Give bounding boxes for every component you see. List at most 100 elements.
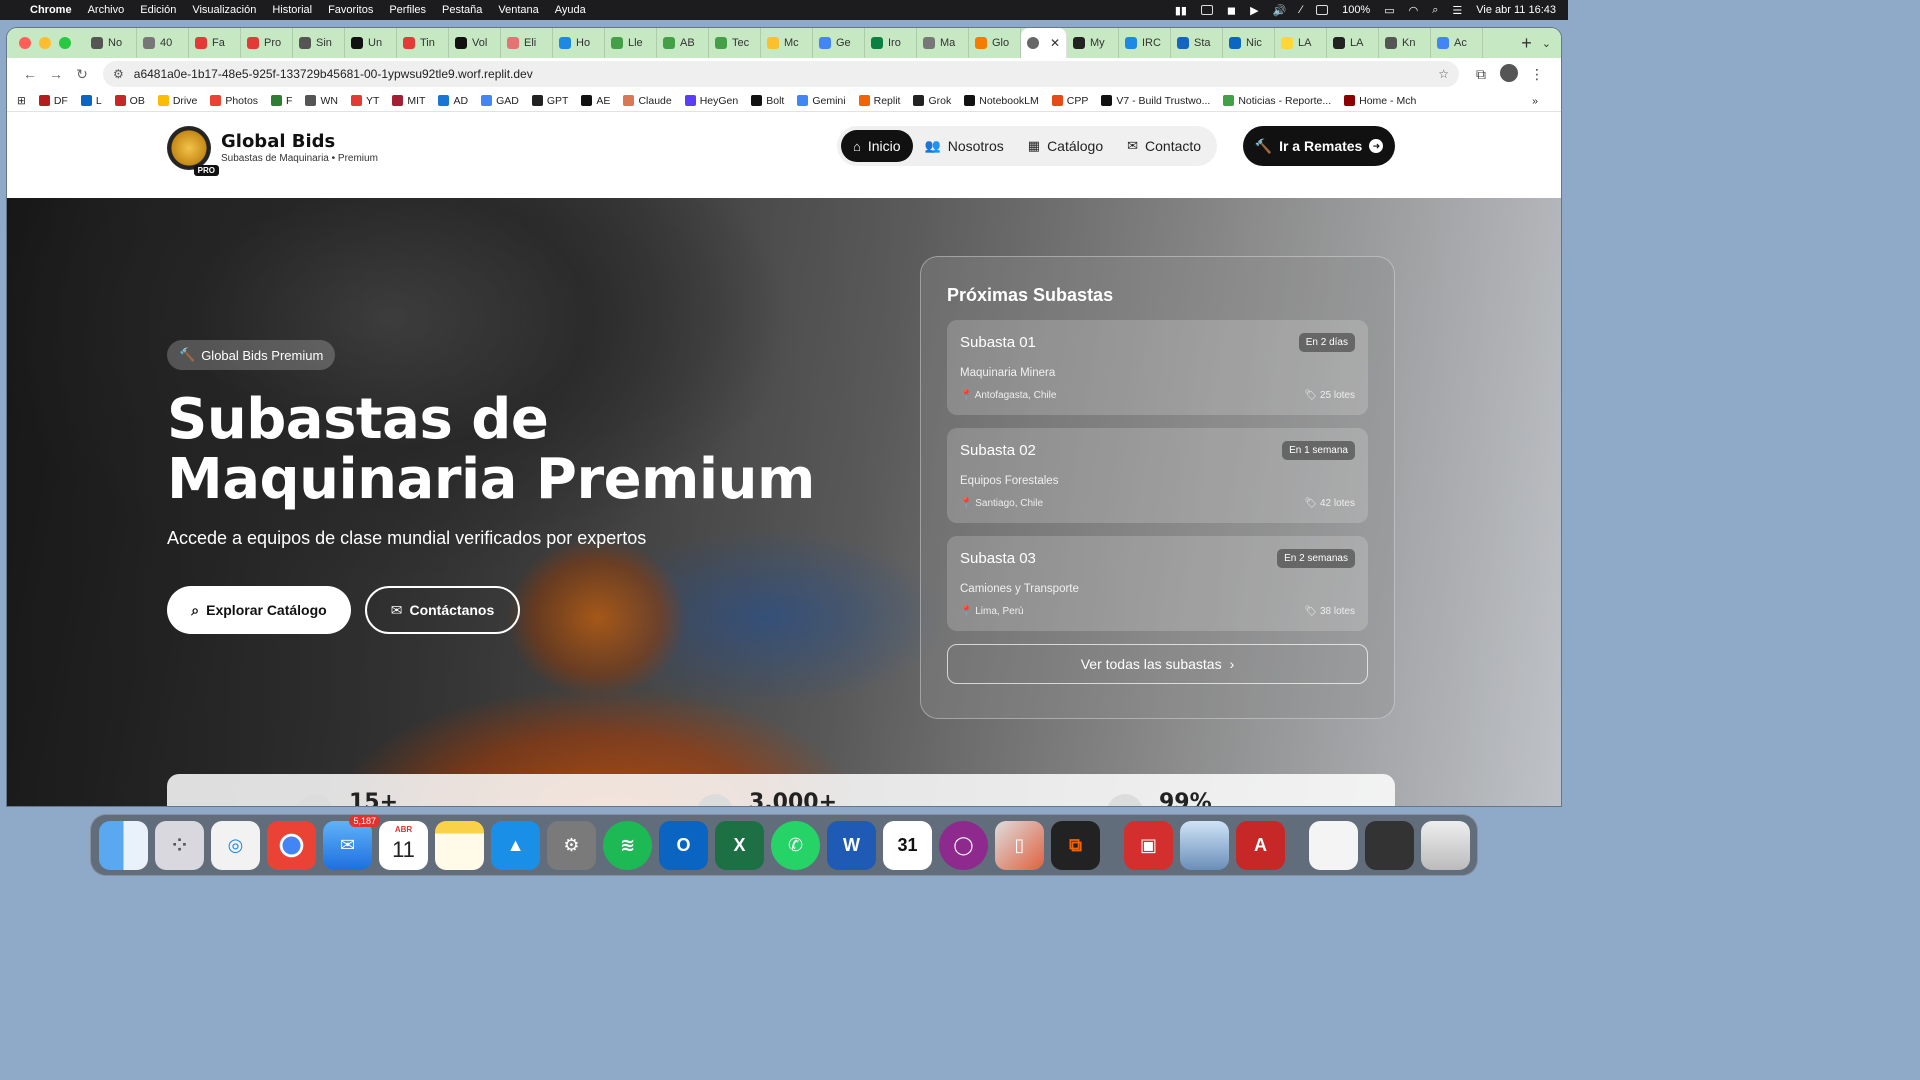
chrome-menu-icon[interactable]: ⋮ [1523,66,1551,83]
more-bookmarks-icon[interactable]: » [1532,95,1538,107]
wifi-icon[interactable]: ◠ [1409,4,1419,17]
recent-window-icon[interactable] [1365,820,1414,870]
bookmark-item[interactable]: OB [114,95,145,107]
iphone-mirroring-icon[interactable]: ▯ [995,820,1044,870]
spotlight-icon[interactable]: ⌕ [1432,4,1438,17]
back-button[interactable]: ← [17,66,43,82]
mail-icon[interactable]: ✉ 5,187 [323,814,380,870]
bookmark-item[interactable]: GPT [531,95,568,107]
address-bar[interactable]: ⚙ a6481a0e-1b17-48e5-925f-133729b45681-0… [103,61,1459,87]
shortcut-icon[interactable]: ◼ [1227,4,1236,17]
contact-us-button[interactable]: ✉ Contáctanos [365,586,520,634]
nav-nosotros[interactable]: 👥 Nosotros [913,130,1016,162]
browser-tab[interactable]: Sta [1171,28,1223,58]
menu-visualizacion[interactable]: Visualización [192,4,256,16]
see-all-auctions-button[interactable]: Ver todas las subastas › [947,644,1368,684]
bookmark-item[interactable]: CPP [1051,95,1088,107]
word-icon[interactable]: W [827,820,876,870]
play-icon[interactable]: ▶ [1250,4,1258,17]
tab-search-icon[interactable]: ⌄ [1542,37,1551,50]
bookmark-item[interactable]: NotebookLM [964,95,1039,107]
browser-tab[interactable]: Ma [917,28,969,58]
browser-tab[interactable]: IRC [1119,28,1171,58]
go-to-auctions-button[interactable]: 🔨 Ir a Remates ➜ [1243,126,1395,166]
browser-tab[interactable]: Pro [241,28,293,58]
auction-card[interactable]: Subasta 03 En 2 semanas Camiones y Trans… [947,536,1368,631]
menu-ventana[interactable]: Ventana [498,4,538,16]
bluetooth-icon[interactable]: ∕ [1300,4,1302,16]
url-text[interactable]: a6481a0e-1b17-48e5-925f-133729b45681-00-… [134,67,533,81]
preview-icon[interactable] [1180,820,1229,870]
system-settings-icon[interactable]: ⚙ [547,820,596,870]
bookmark-item[interactable]: L [80,95,102,107]
trash-icon[interactable] [1421,820,1470,870]
browser-tab[interactable]: AB [657,28,709,58]
battery-icon[interactable]: ▭ [1384,4,1394,17]
apps-grid-icon[interactable]: ⊞ [17,95,26,107]
bookmark-item[interactable]: Photos [210,95,258,107]
control-center-icon[interactable]: ☰ [1452,4,1462,17]
bookmark-item[interactable]: Home - Mch [1344,95,1416,107]
menu-pestana[interactable]: Pestaña [442,4,482,16]
browser-tab[interactable]: Ac [1431,28,1483,58]
volume-icon[interactable]: 🔊 [1273,4,1287,17]
photo-booth-icon[interactable]: ▣ [1124,820,1173,870]
finder-icon[interactable] [99,820,148,870]
browser-tab[interactable]: Mc [761,28,813,58]
menu-ayuda[interactable]: Ayuda [555,4,586,16]
outlook-icon[interactable]: O [659,820,708,870]
acrobat-icon[interactable]: A [1236,820,1285,870]
explore-catalog-button[interactable]: ⌕ Explorar Catálogo [167,586,351,634]
bookmark-item[interactable]: WN [305,95,338,107]
nav-catalogo[interactable]: ▦ Catálogo [1016,130,1115,162]
menu-app-name[interactable]: Chrome [30,4,72,16]
keynote-icon[interactable]: ▲ [491,820,540,870]
whatsapp-icon[interactable]: ✆ [771,820,820,870]
browser-tab[interactable]: Un [345,28,397,58]
brand-logo[interactable]: PRO [167,126,219,176]
bookmark-item[interactable]: F [271,95,292,107]
notes-icon[interactable] [435,820,484,870]
close-tab-icon[interactable]: ✕ [1050,36,1060,50]
downloads-stack-icon[interactable] [1309,820,1358,870]
nav-contacto[interactable]: ✉ Contacto [1115,130,1213,162]
auction-card[interactable]: Subasta 02 En 1 semana Equipos Forestale… [947,428,1368,523]
browser-tab[interactable]: LA [1275,28,1327,58]
browser-tab[interactable]: My [1067,28,1119,58]
bookmark-item[interactable]: AD [438,95,468,107]
bookmark-item[interactable]: MIT [392,95,425,107]
replit-icon[interactable]: ⧉ [1051,820,1100,870]
browser-tab[interactable]: Kn [1379,28,1431,58]
spotify-icon[interactable]: ≋ [603,820,652,870]
menu-favoritos[interactable]: Favoritos [328,4,373,16]
bookmark-item[interactable]: GAD [481,95,519,107]
safari-icon[interactable]: ◎ [211,820,260,870]
browser-tab[interactable]: Lle [605,28,657,58]
calendar-icon[interactable]: ABR 11 [379,820,428,870]
minimize-window-button[interactable] [39,37,51,49]
browser-tab[interactable]: No [85,28,137,58]
close-window-button[interactable] [19,37,31,49]
nav-inicio[interactable]: ⌂ Inicio [841,130,913,162]
clock[interactable]: Vie abr 11 16:43 [1476,4,1556,16]
menu-historial[interactable]: Historial [272,4,312,16]
site-info-icon[interactable]: ⚙ [113,67,124,81]
browser-tab[interactable]: Iro [865,28,917,58]
browser-tab[interactable]: Glo [969,28,1021,58]
bookmark-item[interactable]: Noticias - Reporte... [1223,95,1331,107]
zoom-window-button[interactable] [59,37,71,49]
extensions-icon[interactable]: ⧉ [1467,66,1495,83]
browser-tab[interactable]: Tec [709,28,761,58]
screen-recorder-icon[interactable]: ◯ [939,820,988,870]
brand-title[interactable]: Global Bids [221,132,378,151]
menu-perfiles[interactable]: Perfiles [389,4,426,16]
bookmark-item[interactable]: Drive [157,95,197,107]
bookmark-item[interactable]: Replit [858,95,900,107]
keyboard-icon[interactable] [1316,5,1329,15]
browser-tab[interactable]: Fa [189,28,241,58]
browser-tab[interactable]: Tin [397,28,449,58]
active-browser-tab[interactable]: ✕ [1021,28,1067,58]
bookmark-star-icon[interactable]: ☆ [1438,67,1449,81]
browser-tab[interactable]: 40 [137,28,189,58]
audio-icon[interactable]: ▮▮ [1175,4,1187,17]
